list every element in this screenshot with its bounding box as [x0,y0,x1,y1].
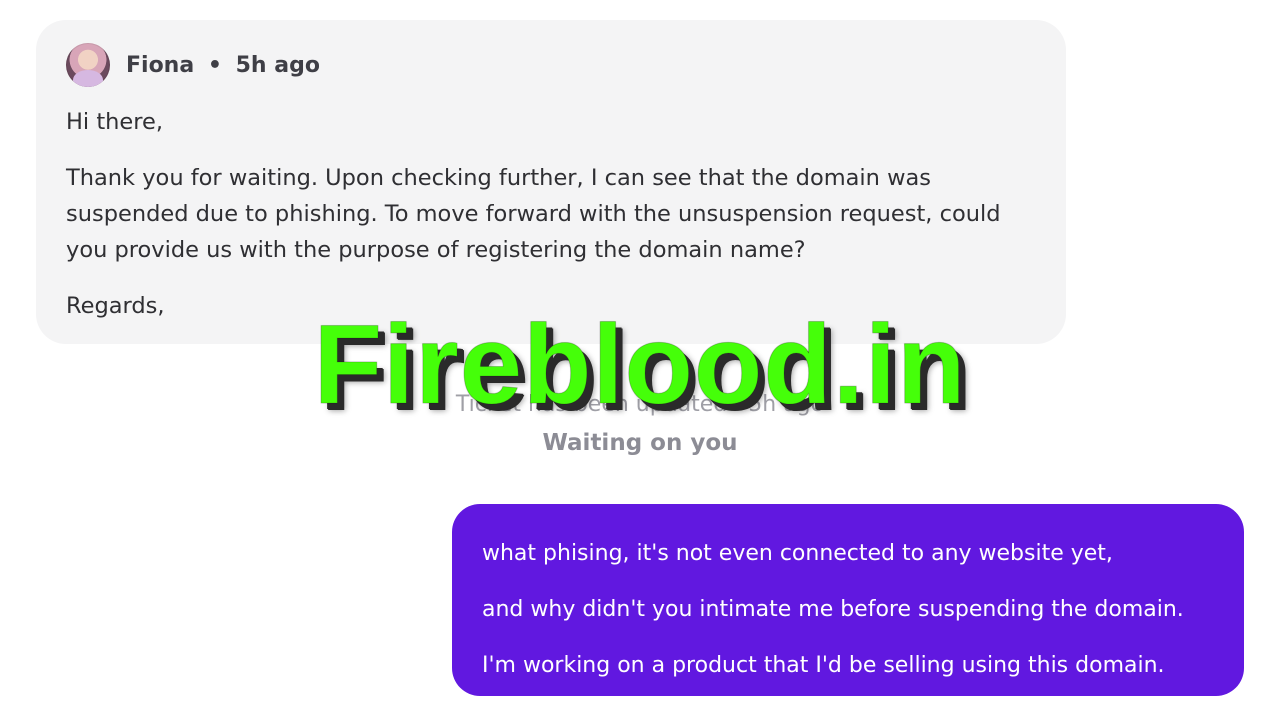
status-update-text: Ticket has been updated · 5h ago [455,392,825,417]
agent-name[interactable]: Fiona [126,53,194,78]
user-message-line: and why didn't you intimate me before su… [482,597,1184,622]
agent-message-card: Fiona • 5h ago Hi there, Thank you for w… [36,20,1066,344]
message-line: you provide us with the purpose of regis… [66,237,806,263]
message-closing: Regards, [66,293,165,319]
user-message-bubble: what phising, it's not even connected to… [452,504,1244,696]
agent-message-body: Hi there, Thank you for waiting. Upon ch… [66,104,1031,324]
message-greeting: Hi there, [66,109,163,135]
ticket-status: Ticket has been updated · 5h ago Waiting… [0,392,1280,472]
agent-message-header: Fiona • 5h ago [66,42,320,88]
agent-avatar[interactable] [66,43,110,87]
meta-separator: • [207,52,222,78]
message-line: suspended due to phishing. To move forwa… [66,201,1001,227]
conversation-view: Fiona • 5h ago Hi there, Thank you for w… [0,0,1280,720]
status-waiting-text: Waiting on you [542,430,738,456]
message-time: 5h ago [235,52,320,78]
user-message-line: I'm working on a product that I'd be sel… [482,653,1165,678]
user-message-line: what phising, it's not even connected to… [482,541,1113,566]
message-line: Thank you for waiting. Upon checking fur… [66,165,932,191]
agent-meta: Fiona • 5h ago [126,53,320,78]
